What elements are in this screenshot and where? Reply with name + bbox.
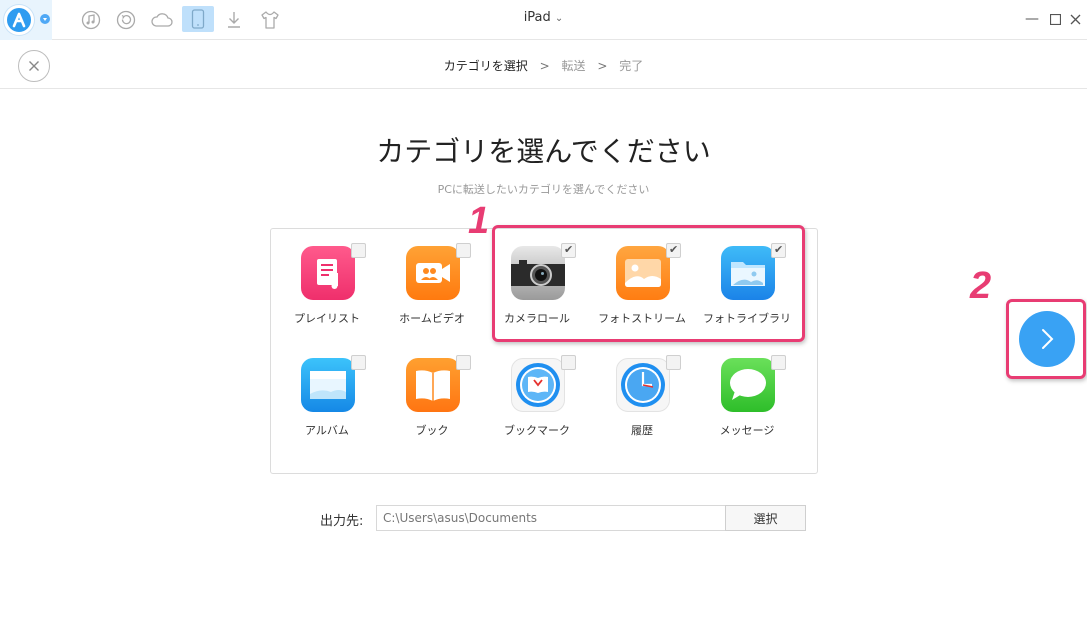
category-label: アルバム xyxy=(305,424,349,437)
category-checkbox[interactable] xyxy=(351,243,366,258)
category-item-bookmark[interactable]: ブックマーク xyxy=(485,341,589,441)
book-icon xyxy=(406,358,460,412)
device-name: iPad xyxy=(523,10,551,25)
chevron-right-icon xyxy=(1042,329,1054,349)
maximize-icon[interactable] xyxy=(1047,10,1063,28)
output-path-input[interactable] xyxy=(376,505,726,531)
title-bar: iPad ⌄ — xyxy=(0,0,1087,40)
annotation-number-2: 2 xyxy=(970,265,992,307)
category-item-album[interactable]: アルバム xyxy=(275,341,379,441)
category-checkbox[interactable] xyxy=(666,355,681,370)
page-title: カテゴリを選んでください xyxy=(376,135,711,168)
category-label: ホームビデオ xyxy=(399,312,465,325)
category-label: ブックマーク xyxy=(504,424,570,437)
category-label: ブック xyxy=(415,424,449,437)
category-checkbox[interactable] xyxy=(456,355,471,370)
messages-icon xyxy=(721,358,775,412)
page-subtitle: PCに転送したいカテゴリを選んでください xyxy=(437,183,650,196)
category-checkbox[interactable] xyxy=(771,355,786,370)
bookmark-icon xyxy=(511,358,565,412)
category-checkbox[interactable] xyxy=(561,355,576,370)
output-label: 出力先: xyxy=(320,514,364,529)
category-label: プレイリスト xyxy=(294,312,360,325)
category-checkbox[interactable] xyxy=(456,243,471,258)
close-window-icon[interactable] xyxy=(1067,10,1083,28)
next-button[interactable] xyxy=(1019,311,1075,367)
chevron-down-icon: ⌄ xyxy=(554,13,564,24)
device-selector[interactable]: iPad ⌄ xyxy=(0,10,1087,25)
step-select-category: カテゴリを選択 xyxy=(443,59,528,73)
select-folder-button[interactable]: 選択 xyxy=(725,505,806,531)
step-done: 完了 xyxy=(619,59,644,73)
breadcrumb: カテゴリを選択 > 転送 > 完了 xyxy=(0,57,1087,74)
playlist-icon xyxy=(301,246,355,300)
step-transfer: 転送 xyxy=(561,59,586,73)
category-label: 履歴 xyxy=(631,424,653,437)
category-item-history[interactable]: 履歴 xyxy=(590,341,694,441)
album-icon xyxy=(301,358,355,412)
annotation-highlight-1 xyxy=(492,225,805,342)
category-item-playlist[interactable]: プレイリスト xyxy=(275,229,379,329)
step-separator: > xyxy=(539,59,550,73)
history-icon xyxy=(616,358,670,412)
step-bar: カテゴリを選択 > 転送 > 完了 xyxy=(0,41,1087,89)
category-item-book[interactable]: ブック xyxy=(380,341,484,441)
category-label: メッセージ xyxy=(719,424,775,437)
category-checkbox[interactable] xyxy=(351,355,366,370)
category-item-home-video[interactable]: ホームビデオ xyxy=(380,229,484,329)
annotation-number-1: 1 xyxy=(468,200,490,242)
home-video-icon xyxy=(406,246,460,300)
minimize-icon[interactable]: — xyxy=(1024,10,1040,28)
category-item-messages[interactable]: メッセージ xyxy=(695,341,799,441)
step-separator: > xyxy=(597,59,608,73)
